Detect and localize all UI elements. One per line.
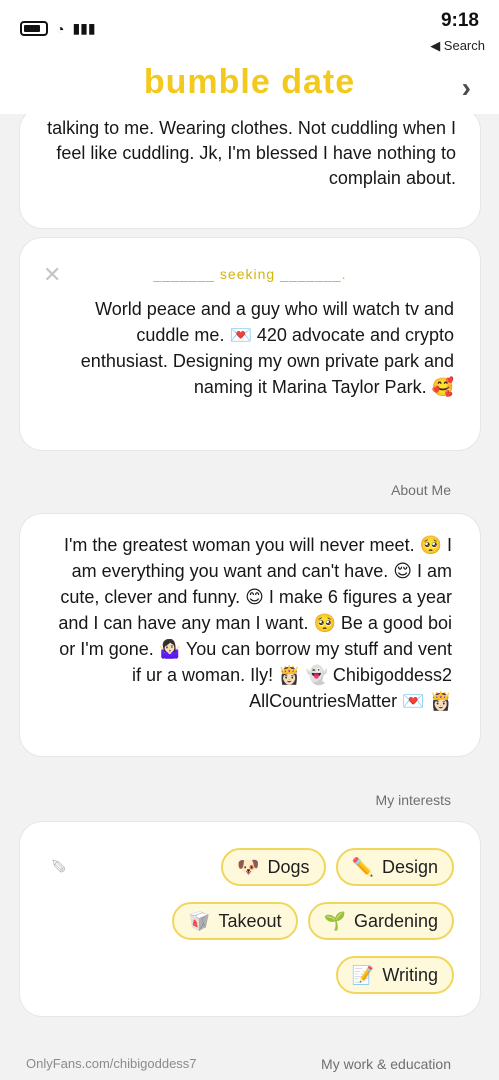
interests-card: ✎ ✏️ Design 🐶 Dogs 🌱 Gardening 🥡 Takeout 📝 Wr…: [20, 822, 480, 1016]
interest-label: Design: [381, 856, 438, 877]
battery-icon: [20, 21, 48, 36]
interest-gardening[interactable]: 🌱 Gardening: [307, 902, 454, 940]
interest-label: Dogs: [267, 856, 310, 877]
work-label: My work & education: [321, 1056, 451, 1072]
interest-label: Writing: [382, 964, 438, 985]
watermark: OnlyFans.com/chibigoddess7: [26, 1056, 197, 1071]
wifi-icon: ◔: [56, 20, 65, 37]
about-text: I'm the greatest woman you will never me…: [58, 535, 452, 711]
about-label: About Me: [391, 482, 451, 498]
seeking-card: ✕ _______ seeking _______. World peace a…: [20, 238, 480, 450]
interest-writing[interactable]: 📝 Writing: [335, 956, 454, 994]
about-card: I'm the greatest woman you will never me…: [20, 514, 480, 756]
interest-chips: ✏️ Design 🐶 Dogs 🌱 Gardening 🥡 Takeout 📝 Writ…: [14, 848, 454, 994]
brand-logo: bumble date: [143, 63, 356, 101]
status-time: 9:18: [440, 10, 479, 31]
emoji-icon: 📝: [351, 964, 375, 985]
emoji-icon: 🌱: [323, 910, 346, 931]
interest-takeout[interactable]: 🥡 Takeout: [172, 902, 298, 940]
seeking-text: World peace and a guy who will watch tv …: [80, 299, 454, 397]
header: ◔ ▮▮▮ 9:18 ◀ Search bumble date ›: [0, 0, 499, 114]
signal-icon: ▮▮▮: [72, 20, 96, 36]
interest-label: Gardening: [353, 910, 438, 931]
status-icons: ◔ ▮▮▮: [20, 20, 96, 37]
seeking-label: _______ seeking _______.: [153, 266, 347, 282]
chevron-left-icon[interactable]: ›: [462, 72, 471, 104]
interest-design[interactable]: ✏️ Design: [335, 848, 454, 886]
bio-card-top: talking to me. Wearing clothes. Not cudd…: [20, 108, 480, 228]
interest-label: Takeout: [218, 910, 282, 931]
emoji-icon: ✏️: [351, 856, 374, 877]
profile-page: ◔ ▮▮▮ 9:18 ◀ Search bumble date › talkin…: [0, 0, 499, 1080]
interests-label: My interests: [375, 792, 451, 808]
interest-dogs[interactable]: 🐶 Dogs: [221, 848, 326, 886]
emoji-icon: 🥡: [188, 910, 211, 931]
interest-row: 🌱 Gardening 🥡 Takeout: [172, 902, 454, 940]
interest-row: 📝 Writing: [335, 956, 454, 994]
interest-row: ✏️ Design 🐶 Dogs: [221, 848, 454, 886]
bio-text-top: talking to me. Wearing clothes. Not cudd…: [47, 118, 456, 188]
back-to-search[interactable]: ◀ Search: [430, 38, 485, 54]
emoji-icon: 🐶: [237, 856, 260, 877]
